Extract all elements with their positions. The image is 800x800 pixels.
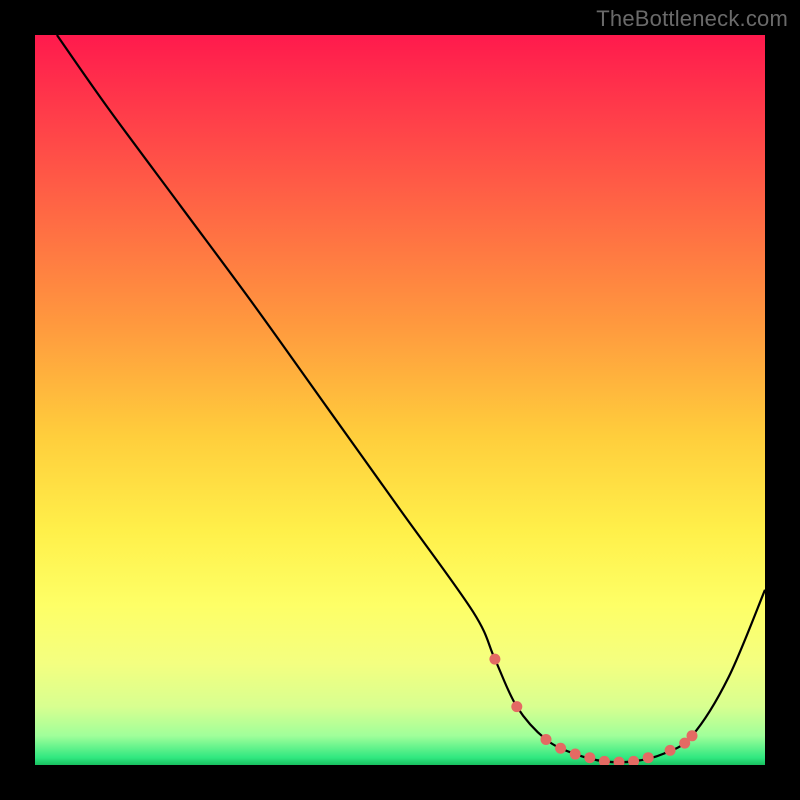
- marker-dot: [614, 757, 625, 765]
- plot-area: [35, 35, 765, 765]
- marker-dot: [570, 749, 581, 760]
- watermark-text: TheBottleneck.com: [596, 6, 788, 32]
- marker-dot: [599, 756, 610, 765]
- marker-dot: [584, 752, 595, 763]
- marker-dot: [555, 743, 566, 754]
- marker-dot: [541, 734, 552, 745]
- marker-dot: [628, 756, 639, 765]
- marker-dot: [687, 730, 698, 741]
- marker-dot: [643, 752, 654, 763]
- chart-svg: [35, 35, 765, 765]
- marker-dots-group: [489, 654, 697, 765]
- marker-dot: [489, 654, 500, 665]
- bottleneck-curve-path: [57, 35, 765, 762]
- marker-dot: [511, 701, 522, 712]
- marker-dot: [665, 745, 676, 756]
- chart-frame: TheBottleneck.com: [0, 0, 800, 800]
